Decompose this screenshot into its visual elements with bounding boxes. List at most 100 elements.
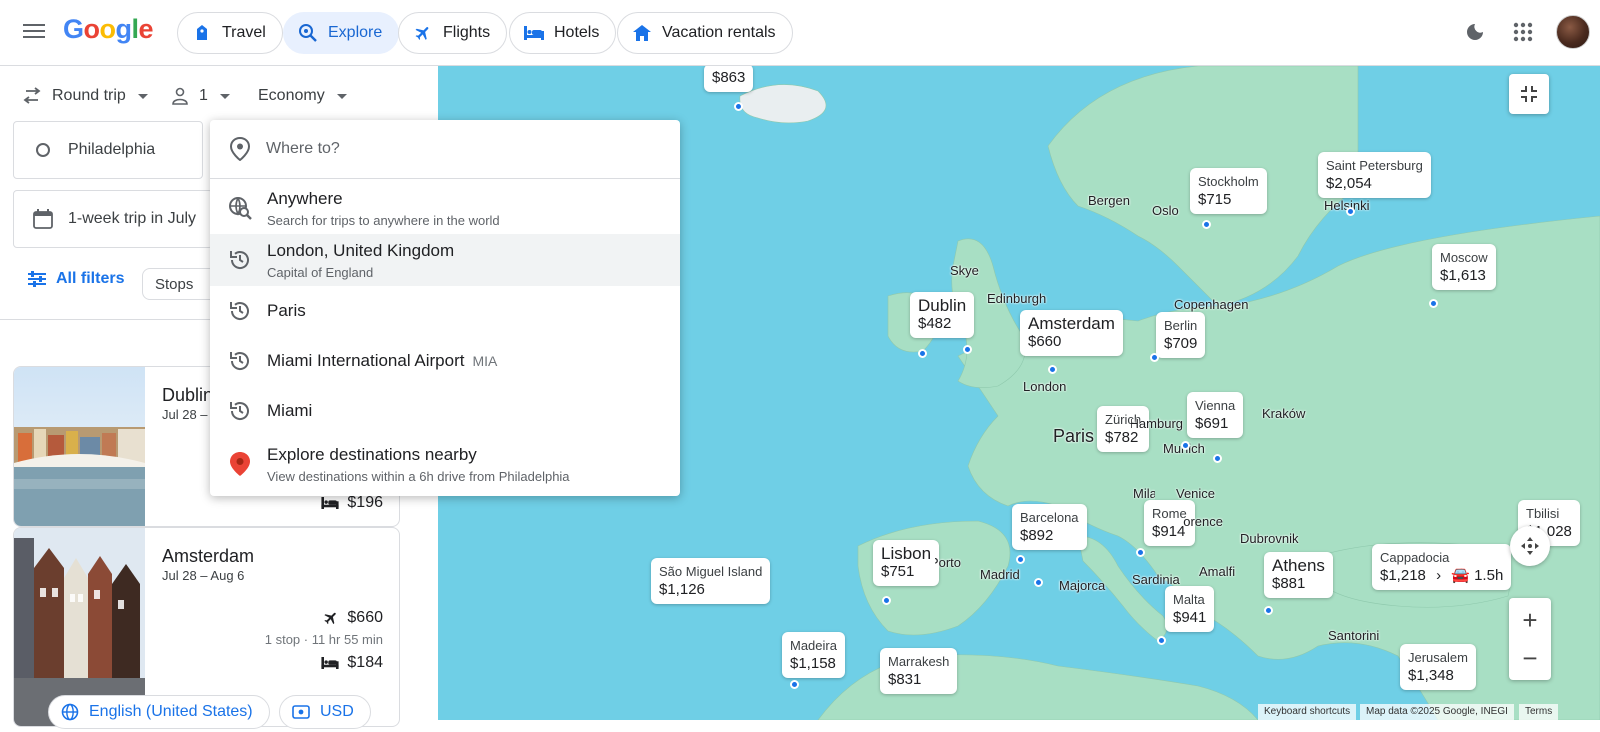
tab-label: Vacation rentals [662,24,776,41]
history-icon [227,298,253,324]
map-price-pin[interactable]: Lisbon $751 [873,540,940,586]
stops-filter-chip[interactable]: Stops [142,268,220,300]
pin-city: Moscow [1440,250,1488,265]
airport-dot[interactable] [1034,578,1043,587]
passengers-value: 1 [199,87,208,104]
airport-dot[interactable] [1346,207,1355,216]
origin-field[interactable]: Philadelphia [13,121,203,179]
pin-price: $831 [888,671,922,688]
airport-dot[interactable] [1213,454,1222,463]
map-price-pin[interactable]: Berlin $709 [1156,312,1206,358]
tab-travel[interactable]: Travel [177,12,283,54]
pin-drive-time: 1.5h [1474,567,1504,584]
airport-dot[interactable] [882,596,891,605]
dropdown-option-explore-nearby[interactable]: Explore destinations nearby View destina… [210,436,680,492]
dropdown-option-anywhere[interactable]: Anywhere Search for trips to anywhere in… [210,182,680,234]
terms-link[interactable]: Terms [1519,704,1559,720]
trip-type-select[interactable]: Round trip [22,80,148,112]
pin-city: Athens [1272,556,1325,575]
recenter-map-button[interactable] [1510,526,1550,566]
tab-explore[interactable]: Explore [283,12,400,54]
map-price-pin[interactable]: Athens $881 [1264,552,1333,598]
airport-dot[interactable] [1429,299,1438,308]
dropdown-option-miami-airport[interactable]: Miami International Airport MIA [210,336,680,386]
airport-dot[interactable] [790,680,799,689]
pin-city: Barcelona [1020,510,1079,525]
pin-city: Madeira [790,638,837,653]
pin-price: $715 [1198,191,1232,208]
account-avatar[interactable] [1556,15,1590,49]
map-city-label: Sardinia [1132,572,1180,587]
airport-dot[interactable] [1181,441,1190,450]
history-icon [227,398,253,424]
cabin-class-select[interactable]: Economy [258,80,347,112]
map-price-pin[interactable]: Jerusalem $1,348 [1400,644,1476,690]
map-price-pin[interactable]: Vienna $691 [1187,392,1244,438]
map-price-pin[interactable]: $863 [704,66,754,92]
destination-input[interactable] [266,140,646,158]
map-price-pin[interactable]: Stockholm $715 [1190,168,1267,214]
dropdown-option-miami[interactable]: Miami [210,386,680,436]
dark-mode-icon[interactable] [1463,20,1487,44]
zoom-out-icon[interactable]: − [1522,639,1537,677]
tab-hotels[interactable]: Hotels [509,12,617,54]
car-icon: 🚘 [1451,567,1470,584]
tab-vacation-rentals[interactable]: Vacation rentals [617,12,793,54]
airport-dot[interactable] [1150,353,1159,362]
keyboard-shortcuts-link[interactable]: Keyboard shortcuts [1258,704,1357,720]
exit-fullscreen-button[interactable] [1509,74,1549,114]
map-price-pin[interactable]: Dublin $482 [910,292,975,338]
pin-price: $709 [1164,335,1198,352]
pin-city: São Miguel Island [659,564,763,579]
airport-dot[interactable] [918,349,927,358]
map-price-pin[interactable]: Amsterdam $660 [1020,310,1123,356]
airport-dot[interactable] [1136,548,1145,557]
pin-city: Saint Petersburg [1326,158,1423,173]
zoom-in-icon[interactable]: + [1522,601,1537,639]
option-title: Anywhere [267,188,343,208]
dates-field[interactable]: 1-week trip in July [13,190,213,248]
airport-dot[interactable] [1264,606,1273,615]
airport-dot[interactable] [1048,365,1057,374]
pin-price: $751 [881,563,915,580]
map-price-pin[interactable]: Madeira $1,158 [782,632,845,678]
map-price-pin[interactable]: Cappadocia $1,218 › 🚘 1.5h [1372,544,1512,590]
map-city-label: Amalfi [1199,564,1236,579]
pin-city: Dublin [918,296,967,315]
airport-dot[interactable] [734,102,743,111]
airport-dot[interactable] [1202,220,1211,229]
map-price-pin[interactable]: São Miguel Island $1,126 [651,558,771,604]
result-dates: Jul 28 – [162,407,208,422]
map-price-pin[interactable]: Barcelona $892 [1012,504,1087,550]
map-price-pin[interactable]: Moscow $1,613 [1432,244,1496,290]
hotel-price: $196 [321,494,383,512]
map-city-label: Oslo [1152,203,1179,218]
pin-price: $863 [712,69,746,86]
airport-dot[interactable] [1016,555,1025,564]
pin-city: Tbilisi [1526,506,1560,521]
tab-flights[interactable]: Flights [398,12,508,54]
map-city-label: Dubrovnik [1240,531,1299,546]
map-price-pin[interactable]: Malta $941 [1165,586,1215,632]
currency-button[interactable]: USD [279,695,371,729]
all-filters-button[interactable]: All filters [28,270,124,288]
google-logo[interactable]: Google [63,14,154,45]
passengers-select[interactable]: 1 [171,80,230,112]
language-button[interactable]: English (United States) [48,695,270,729]
filter-sliders-icon [28,271,46,287]
dropdown-option-london[interactable]: London, United Kingdom Capital of Englan… [210,234,680,286]
pin-city: Jerusalem [1408,650,1468,665]
result-city: Dublin [162,385,214,405]
collapse-icon [1521,86,1537,102]
hotel-price-value: $196 [347,494,383,511]
airport-dot[interactable] [1157,636,1166,645]
option-title: London, United Kingdom [267,240,455,260]
globe-search-icon [227,195,253,221]
main-menu-icon[interactable] [22,20,46,44]
apps-grid-icon[interactable] [1511,20,1535,44]
airport-dot[interactable] [963,345,972,354]
dropdown-option-paris[interactable]: Paris [210,286,680,336]
map-price-pin[interactable]: Marrakesh $831 [880,648,958,694]
map-price-pin[interactable]: Saint Petersburg $2,054 [1318,152,1431,198]
explore-icon [298,23,318,43]
